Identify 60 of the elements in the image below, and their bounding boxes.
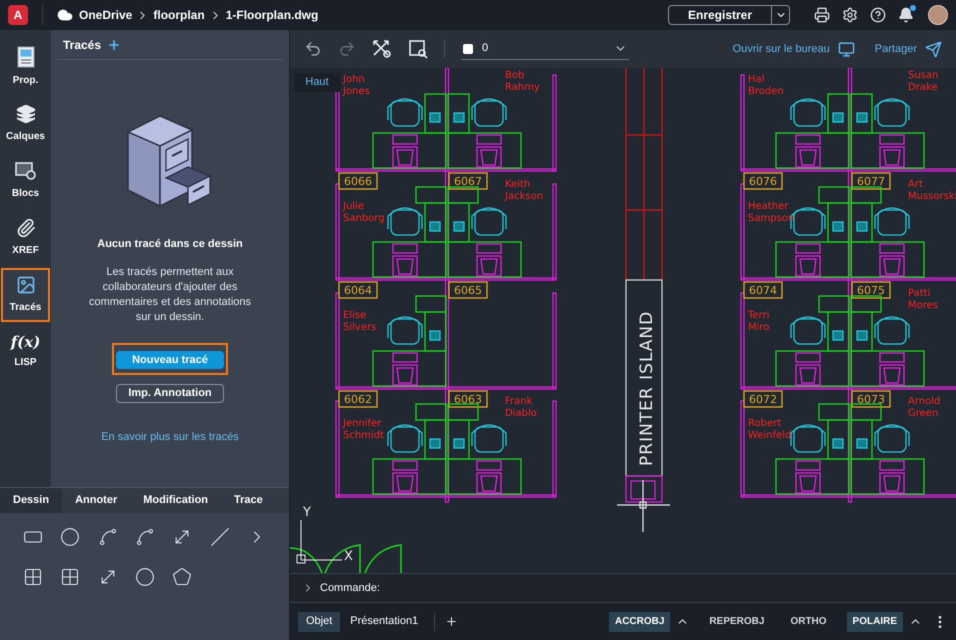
save-button[interactable]: Enregistrer — [669, 6, 771, 24]
occupant-name: Bob Rahmy — [505, 70, 540, 93]
occupant-name: Keith Jackson — [505, 179, 544, 202]
breadcrumb-item[interactable]: floorplan — [153, 6, 205, 24]
view-cube-button[interactable]: Haut — [294, 73, 340, 92]
rail-tab[interactable]: f(x) LISP — [1, 325, 50, 379]
occupant-name: Frank Diablo — [505, 396, 537, 419]
empty-title: Aucun tracé dans ce dessin — [97, 237, 243, 252]
function-icon: f(x) — [10, 334, 40, 350]
room-tag: 6064 — [338, 281, 378, 299]
palette-tab[interactable]: Modification — [130, 488, 222, 513]
occupant-name: Julie Sanborg — [343, 201, 385, 224]
command-prompt: Commande: — [320, 580, 380, 596]
palette-tab[interactable]: Trace — [221, 488, 276, 513]
rail-tab[interactable]: Blocs — [1, 154, 50, 208]
status-toggle[interactable]: POLAIRE — [846, 612, 903, 632]
room-tag: 6063 — [448, 390, 488, 408]
room-tag: 6074 — [743, 281, 783, 299]
occupant-name: Robert Weinfeld — [748, 418, 792, 441]
status-toggle[interactable]: ACCROBJ — [608, 612, 670, 632]
room-tag: 6067 — [448, 172, 488, 190]
occupant-name: Terri Miro — [748, 310, 770, 333]
share-button[interactable]: Partager — [874, 40, 942, 58]
occupant-name: Susan Drake — [908, 70, 938, 93]
breadcrumb-item[interactable]: 1-Floorplan.dwg — [226, 6, 318, 24]
room-tag: 6077 — [851, 172, 891, 190]
rail-tab[interactable]: XREF — [1, 211, 50, 265]
room-tag: 6073 — [851, 390, 891, 408]
palette-tab[interactable]: Dessin — [0, 488, 62, 513]
room-tag: 6072 — [743, 390, 783, 408]
breadcrumb-item[interactable]: OneDrive — [79, 6, 132, 24]
occupant-name: Arnold Green — [908, 396, 940, 419]
room-tag: 6062 — [338, 390, 378, 408]
axis-label: Y — [303, 505, 311, 520]
layer-dropdown[interactable]: 0 — [461, 38, 629, 60]
palette-tab[interactable]: Annoter — [62, 488, 130, 513]
printer-island-label: PRINTER ISLAND — [637, 310, 657, 466]
occupant-name: Jennifer Schmidt — [343, 418, 384, 441]
rail-tab[interactable]: Tracés — [1, 268, 50, 322]
occupant-name: John Jones — [343, 74, 370, 97]
learn-more-link[interactable]: En savoir plus sur les tracés — [101, 428, 239, 445]
room-tag: 6065 — [448, 281, 488, 299]
room-tag: 6076 — [743, 172, 783, 190]
panel-title: Tracés — [63, 36, 102, 54]
open-desktop-button[interactable]: Ouvrir sur le bureau — [732, 40, 855, 58]
rail-tab[interactable]: Prop. — [1, 40, 50, 94]
occupant-name: Elise Silvers — [343, 310, 376, 333]
occupant-name: Patti Mores — [908, 288, 938, 311]
room-tag: 6075 — [851, 281, 891, 299]
layout-tab[interactable]: Objet — [298, 612, 340, 632]
rail-tab[interactable]: Calques — [1, 97, 50, 151]
status-toggle[interactable]: REPEROBJ — [703, 612, 770, 632]
room-tag: 6066 — [338, 172, 378, 190]
layout-tab[interactable]: Présentation1 — [342, 612, 426, 632]
status-toggle[interactable]: ORTHO — [784, 612, 833, 632]
import-annotation-button[interactable]: Imp. Annotation — [116, 384, 224, 402]
app-logo[interactable]: A — [8, 5, 28, 25]
empty-description: Les tracés permettent aux collaborateurs d'ajouter des commentaires et des annotations sur un dessin. — [88, 264, 252, 324]
axis-label: X — [344, 549, 353, 564]
occupant-name: Hal Broden — [748, 74, 784, 97]
